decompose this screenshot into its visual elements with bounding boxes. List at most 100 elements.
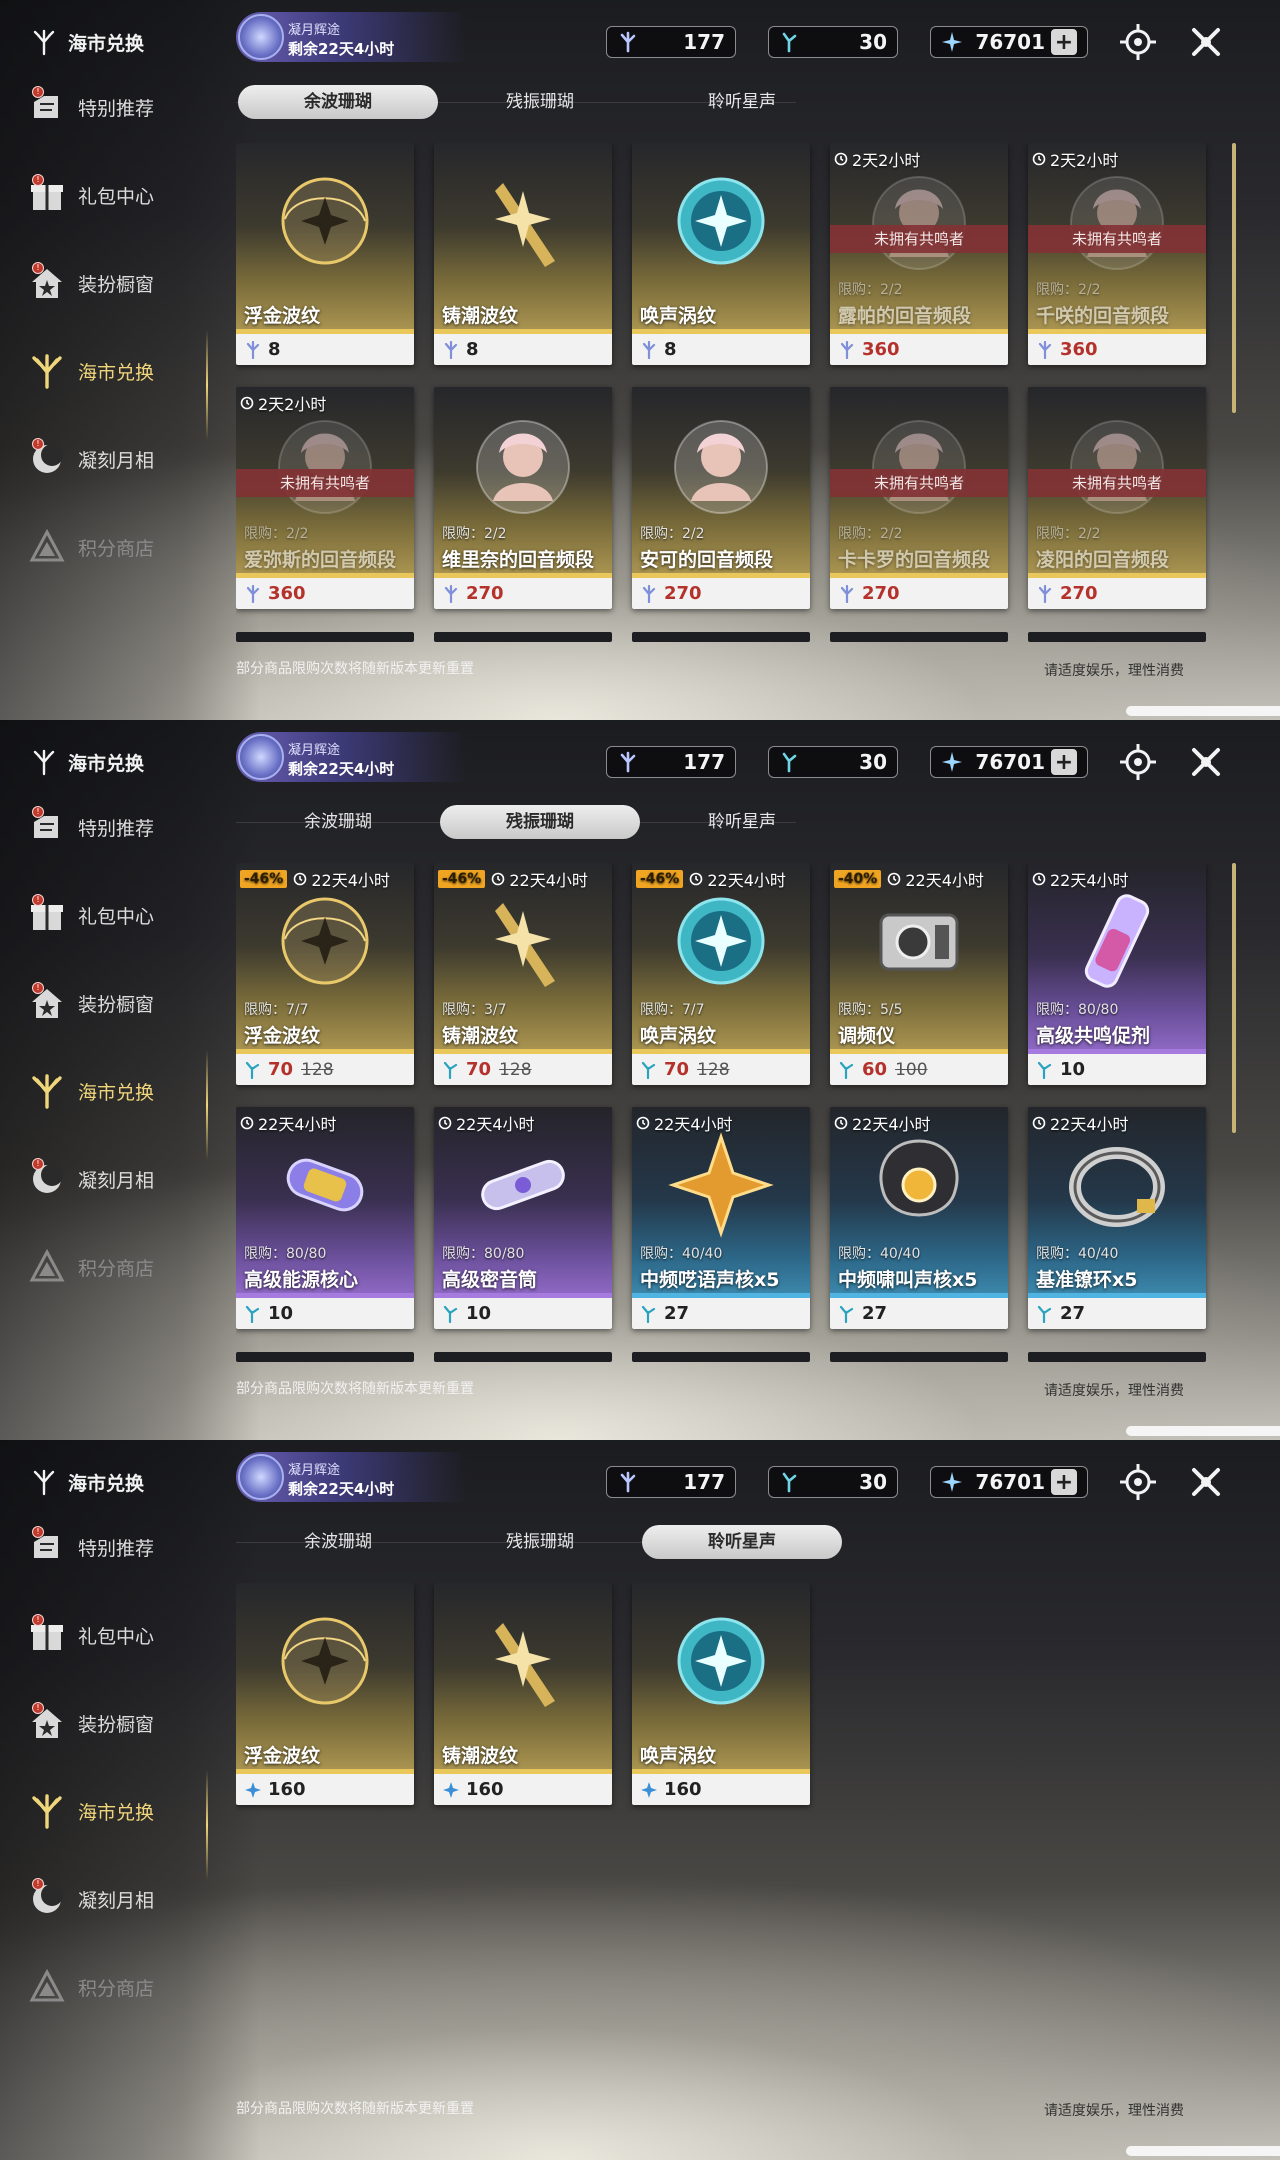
sidebar-item-5[interactable]: ! 凝刻月相 [28, 1154, 208, 1204]
item-name: 浮金波纹 [244, 305, 321, 327]
clock-icon [834, 152, 848, 166]
sidebar-item-5[interactable]: ! 凝刻月相 [28, 434, 208, 484]
shop-item-card[interactable]: 22天4小时 限购：80/80 高级能源核心 10 [236, 1107, 414, 1329]
item-price: 27 [862, 1303, 888, 1324]
time-limit: 22天4小时 [636, 1111, 733, 1135]
currency-afterglow-coral[interactable]: 177 [606, 1466, 736, 1498]
shop-item-card[interactable]: 铸潮波纹 160 [434, 1583, 612, 1805]
sidebar-item-1[interactable]: ! 特别推荐 [28, 802, 208, 852]
tab-afterglow-coral[interactable]: 余波珊瑚 [238, 85, 438, 119]
add-currency-button[interactable]: + [1051, 1469, 1077, 1495]
sidebar-item-5[interactable]: ! 凝刻月相 [28, 1874, 208, 1924]
tab-oscillated-coral[interactable]: 残振珊瑚 [440, 805, 640, 839]
tide-blade-icon [495, 183, 555, 267]
shop-item-card[interactable]: 唤声涡纹 160 [632, 1583, 810, 1805]
sidebar-item-6[interactable]: 积分商店 [28, 1242, 208, 1292]
shop-item-card[interactable]: 22天4小时 限购：40/40 中频啸叫声核x5 27 [830, 1107, 1008, 1329]
price-row: 160 [434, 1774, 612, 1805]
shop-item-card[interactable]: 未拥有共鸣者 2天2小时 限购：2/2 露帕的回音频段 360 [830, 143, 1008, 365]
sidebar-item-3[interactable]: ! 装扮橱窗 [28, 1698, 208, 1748]
sidebar-item-4[interactable]: 海市兑换 [28, 346, 208, 396]
sidebar-item-label: 积分商店 [78, 1977, 155, 2000]
shop-item-card[interactable]: 限购：2/2 维里奈的回音频段 270 [434, 387, 612, 609]
sidebar-item-4[interactable]: 海市兑换 [28, 1786, 208, 1836]
tab-listen-star[interactable]: 聆听星声 [642, 805, 842, 839]
sidebar-item-2[interactable]: ! 礼包中心 [28, 1610, 208, 1660]
shop-item-card[interactable]: 铸潮波纹 8 [434, 143, 612, 365]
shop-item-card[interactable]: 22天4小时 限购：40/40 基准镣环x5 27 [1028, 1107, 1206, 1329]
notification-badge: ! [32, 1614, 44, 1626]
tab-oscillated-coral[interactable]: 残振珊瑚 [440, 85, 640, 119]
currency-star[interactable]: 76701 + [930, 26, 1088, 58]
tab-oscillated-coral[interactable]: 残振珊瑚 [440, 1525, 640, 1559]
close-icon[interactable] [1186, 22, 1226, 62]
close-icon[interactable] [1186, 1462, 1226, 1502]
shop-item-card[interactable]: 22天4小时 限购：40/40 中频呓语声核x5 27 [632, 1107, 810, 1329]
add-currency-button[interactable]: + [1051, 749, 1077, 775]
shop-item-card[interactable]: 22天4小时 限购：80/80 高级密音筒 10 [434, 1107, 612, 1329]
shop-item-card[interactable]: 未拥有共鸣者 2天2小时 限购：2/2 千咲的回音频段 360 [1028, 143, 1206, 365]
shop-item-card[interactable]: 限购：2/2 安可的回音频段 270 [632, 387, 810, 609]
tab-listen-star[interactable]: 聆听星声 [642, 1525, 842, 1559]
shop-item-card[interactable]: -40% 22天4小时 限购：5/5 调频仪 60 100 [830, 863, 1008, 1085]
shop-item-card[interactable]: 22天4小时 限购：80/80 高级共鸣促剂 10 [1028, 863, 1206, 1085]
grid-scrollbar[interactable] [1232, 863, 1236, 1133]
shop-item-card[interactable]: 浮金波纹 8 [236, 143, 414, 365]
currency-oscillated-coral[interactable]: 30 [768, 746, 898, 778]
oscillated-coral-icon [443, 1061, 458, 1079]
shop-item-card[interactable]: -46% 22天4小时 限购：7/7 浮金波纹 70 128 [236, 863, 414, 1085]
sidebar-item-2[interactable]: ! 礼包中心 [28, 890, 208, 940]
shop-item-card[interactable]: -46% 22天4小时 限购：3/7 铸潮波纹 70 128 [434, 863, 612, 1085]
item-price: 270 [1060, 583, 1098, 604]
tab-listen-star[interactable]: 聆听星声 [642, 85, 842, 119]
tab-afterglow-coral[interactable]: 余波珊瑚 [238, 805, 438, 839]
shop-panel-1: 海市兑换 ! 特别推荐! 礼包中心! 装扮橱窗 海市兑换! 凝刻月相 积分商店 凝月辉途 剩… [0, 0, 1280, 720]
event-banner[interactable]: 凝月辉途 剩余22天4小时 [236, 1452, 466, 1502]
item-name: 调频仪 [838, 1025, 896, 1047]
shop-item-card[interactable]: 未拥有共鸣者 2天2小时 限购：2/2 爱弥斯的回音频段 360 [236, 387, 414, 609]
shop-panel-2: 海市兑换 ! 特别推荐! 礼包中心! 装扮橱窗 海市兑换! 凝刻月相 积分商店 凝月辉途 剩… [0, 720, 1280, 1440]
shop-item-card[interactable]: 浮金波纹 160 [236, 1583, 414, 1805]
purchase-limit: 限购：40/40 [640, 1246, 723, 1262]
sidebar: 海市兑换 ! 特别推荐! 礼包中心! 装扮橱窗 海市兑换! 凝刻月相 积分商店 [0, 0, 210, 720]
add-currency-button[interactable]: + [1051, 29, 1077, 55]
target-icon[interactable] [1118, 742, 1158, 782]
purchase-limit: 限购：5/5 [838, 1002, 903, 1018]
event-banner[interactable]: 凝月辉途 剩余22天4小时 [236, 732, 466, 782]
grid-scrollbar[interactable] [1232, 143, 1236, 413]
sidebar-item-6[interactable]: 积分商店 [28, 522, 208, 572]
tab-afterglow-coral[interactable]: 余波珊瑚 [238, 1525, 438, 1559]
currency-oscillated-coral[interactable]: 30 [768, 26, 898, 58]
shop-item-card[interactable]: -46% 22天4小时 限购：7/7 唤声涡纹 70 128 [632, 863, 810, 1085]
wardrobe-icon: ! [28, 262, 66, 302]
purchase-limit: 限购：80/80 [244, 1246, 327, 1262]
event-emblem-icon [238, 734, 284, 780]
currency-afterglow-coral[interactable]: 177 [606, 26, 736, 58]
sidebar-item-1[interactable]: ! 特别推荐 [28, 82, 208, 132]
target-icon[interactable] [1118, 1462, 1158, 1502]
oscillated-coral-icon [839, 1305, 854, 1323]
sidebar-item-3[interactable]: ! 装扮橱窗 [28, 258, 208, 308]
points-icon [28, 528, 66, 566]
shop-item-card[interactable]: 唤声涡纹 8 [632, 143, 810, 365]
clock-icon [294, 872, 307, 886]
currency-star[interactable]: 76701 + [930, 1466, 1088, 1498]
clock-icon [834, 1116, 848, 1130]
sidebar-item-4[interactable]: 海市兑换 [28, 1066, 208, 1116]
shop-item-card[interactable]: 未拥有共鸣者 限购：2/2 卡卡罗的回音频段 270 [830, 387, 1008, 609]
currency-afterglow-coral[interactable]: 177 [606, 746, 736, 778]
sidebar-item-1[interactable]: ! 特别推荐 [28, 1522, 208, 1572]
moderation-tip: 请适度娱乐，理性消费 [1044, 1383, 1184, 1399]
sidebar-item-3[interactable]: ! 装扮橱窗 [28, 978, 208, 1028]
currency-oscillated-coral[interactable]: 30 [768, 1466, 898, 1498]
sidebar-item-6[interactable]: 积分商店 [28, 1962, 208, 2012]
currency-star[interactable]: 76701 + [930, 746, 1088, 778]
shop-item-card[interactable]: 未拥有共鸣者 限购：2/2 凌阳的回音频段 270 [1028, 387, 1206, 609]
close-icon[interactable] [1186, 742, 1226, 782]
target-icon[interactable] [1118, 22, 1158, 62]
coral-icon [28, 352, 66, 390]
sidebar-item-label: 特别推荐 [78, 97, 155, 120]
event-banner[interactable]: 凝月辉途 剩余22天4小时 [236, 12, 466, 62]
sidebar-item-2[interactable]: ! 礼包中心 [28, 170, 208, 220]
oscillated-coral-icon [1037, 1305, 1052, 1323]
